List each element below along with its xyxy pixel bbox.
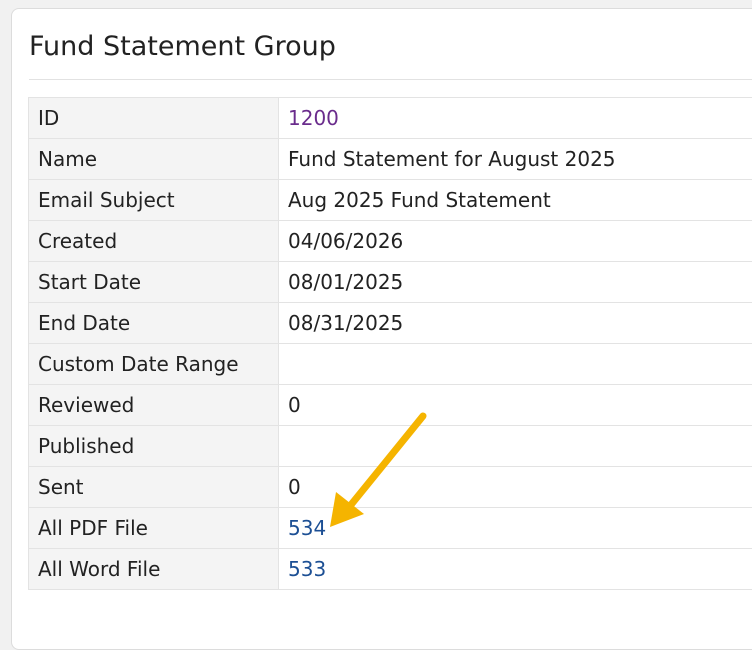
created-label: Created <box>29 221 279 262</box>
sent-label: Sent <box>29 467 279 508</box>
table-row-end-date: End Date 08/31/2025 <box>29 303 752 344</box>
reviewed-label: Reviewed <box>29 385 279 426</box>
created-value: 04/06/2026 <box>279 221 752 262</box>
id-link[interactable]: 1200 <box>288 106 339 130</box>
email-subject-value: Aug 2025 Fund Statement <box>279 180 752 221</box>
table-row-created: Created 04/06/2026 <box>29 221 752 262</box>
table-row-start-date: Start Date 08/01/2025 <box>29 262 752 303</box>
start-date-value: 08/01/2025 <box>279 262 752 303</box>
name-label: Name <box>29 139 279 180</box>
title-divider <box>29 79 752 80</box>
custom-date-range-label: Custom Date Range <box>29 344 279 385</box>
end-date-label: End Date <box>29 303 279 344</box>
sent-value: 0 <box>279 467 752 508</box>
table-row-email-subject: Email Subject Aug 2025 Fund Statement <box>29 180 752 221</box>
table-row-custom-date-range: Custom Date Range <box>29 344 752 385</box>
table-row-reviewed: Reviewed 0 <box>29 385 752 426</box>
table-row-sent: Sent 0 <box>29 467 752 508</box>
table-row-all-pdf-file: All PDF File 534 <box>29 508 752 549</box>
table-row-name: Name Fund Statement for August 2025 <box>29 139 752 180</box>
details-table: ID 1200 Name Fund Statement for August 2… <box>28 97 752 590</box>
published-value <box>279 426 752 467</box>
page-title: Fund Statement Group <box>29 31 336 62</box>
end-date-value: 08/31/2025 <box>279 303 752 344</box>
table-row-all-word-file: All Word File 533 <box>29 549 752 590</box>
email-subject-label: Email Subject <box>29 180 279 221</box>
all-word-file-label: All Word File <box>29 549 279 590</box>
published-label: Published <box>29 426 279 467</box>
custom-date-range-value <box>279 344 752 385</box>
all-pdf-file-link[interactable]: 534 <box>288 516 326 540</box>
all-pdf-file-label: All PDF File <box>29 508 279 549</box>
start-date-label: Start Date <box>29 262 279 303</box>
id-label: ID <box>29 98 279 139</box>
name-value: Fund Statement for August 2025 <box>279 139 752 180</box>
reviewed-value: 0 <box>279 385 752 426</box>
all-word-file-link[interactable]: 533 <box>288 557 326 581</box>
table-row-published: Published <box>29 426 752 467</box>
table-row-id: ID 1200 <box>29 98 752 139</box>
